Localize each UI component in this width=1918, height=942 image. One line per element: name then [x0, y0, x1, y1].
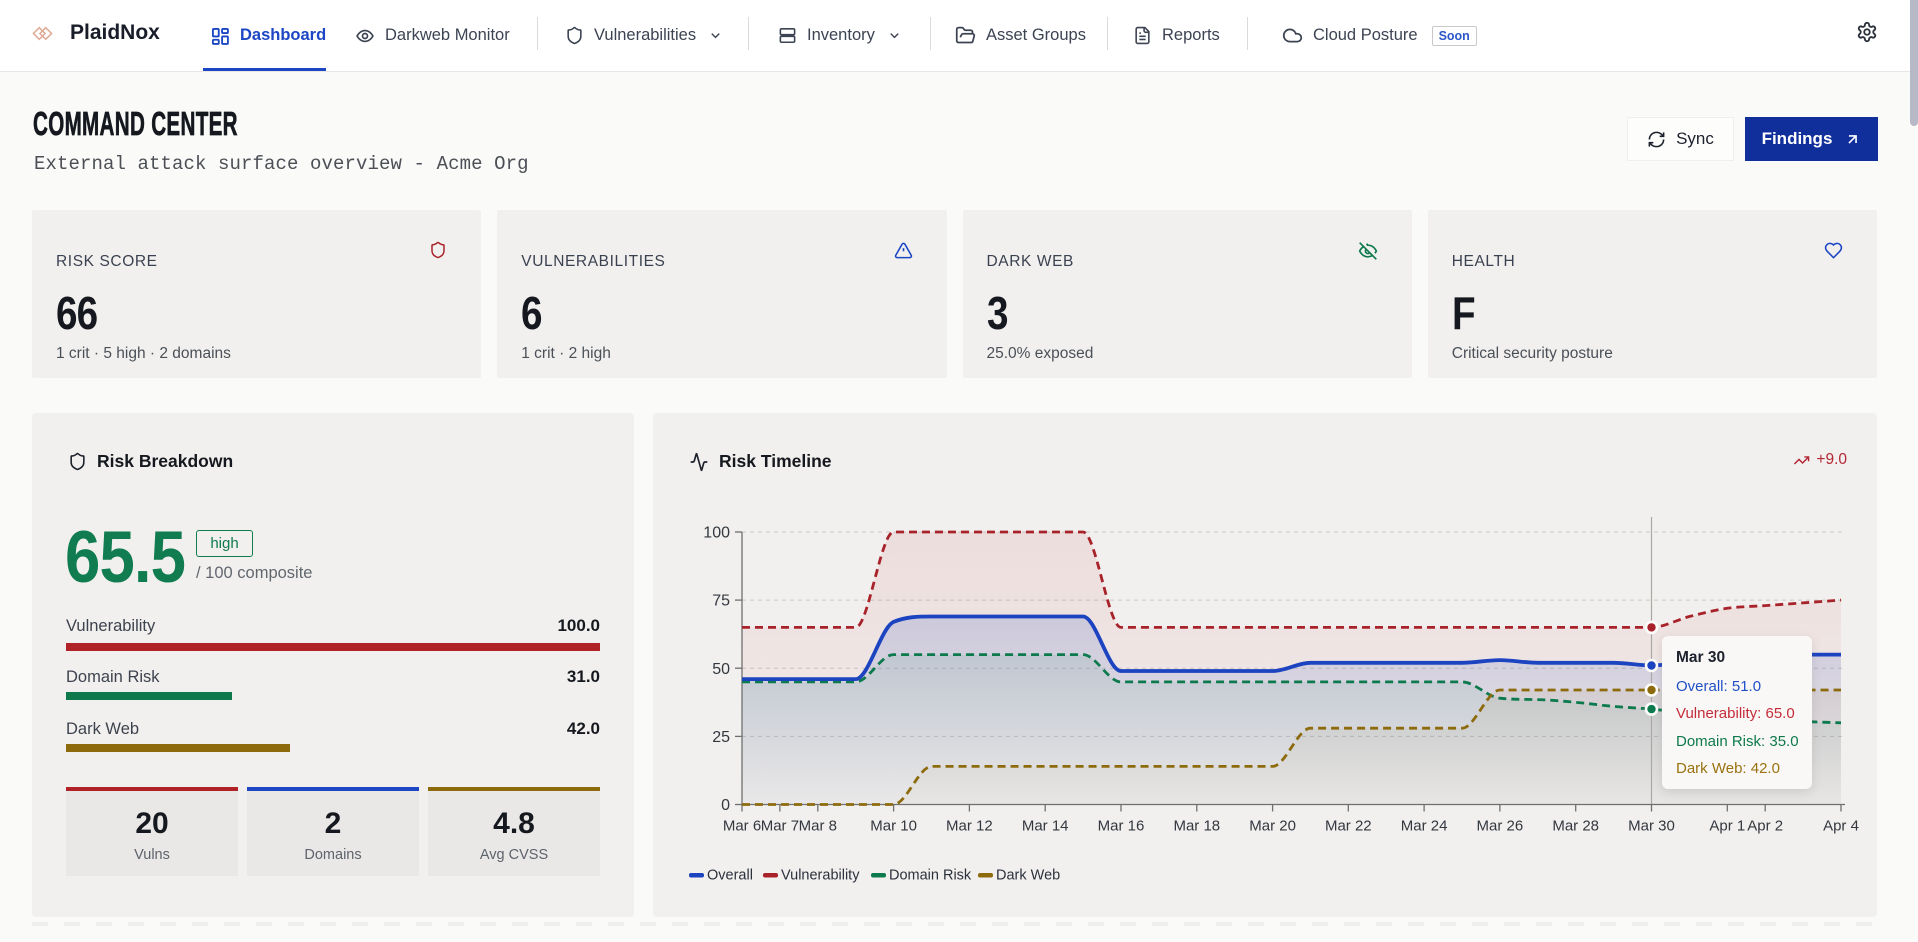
svg-text:Mar 12: Mar 12 — [946, 818, 993, 835]
svg-text:Mar 8: Mar 8 — [799, 818, 837, 835]
svg-text:Mar 30: Mar 30 — [1628, 818, 1675, 835]
svg-text:Mar 22: Mar 22 — [1325, 818, 1372, 835]
svg-text:Mar 20: Mar 20 — [1249, 818, 1296, 835]
svg-text:Domain Risk: Domain Risk — [889, 868, 972, 884]
svg-text:Mar 14: Mar 14 — [1022, 818, 1069, 835]
svg-text:Mar 26: Mar 26 — [1477, 818, 1524, 835]
svg-text:Vulnerability: Vulnerability — [781, 868, 860, 884]
svg-text:Dark Web: Dark Web — [996, 868, 1060, 884]
svg-text:75: 75 — [712, 593, 730, 610]
svg-text:Mar 7: Mar 7 — [761, 818, 799, 835]
svg-text:Overall: Overall — [707, 868, 753, 884]
svg-text:Mar 6: Mar 6 — [723, 818, 761, 835]
svg-text:25: 25 — [712, 729, 730, 746]
svg-text:100: 100 — [703, 525, 730, 542]
svg-text:Mar 24: Mar 24 — [1401, 818, 1448, 835]
svg-text:Apr 4: Apr 4 — [1823, 818, 1859, 835]
svg-text:50: 50 — [712, 661, 730, 678]
svg-text:Apr 1: Apr 1 — [1709, 818, 1745, 835]
svg-text:Apr 2: Apr 2 — [1747, 818, 1783, 835]
svg-text:Mar 10: Mar 10 — [870, 818, 917, 835]
svg-text:Mar 16: Mar 16 — [1098, 818, 1145, 835]
svg-text:0: 0 — [721, 797, 730, 814]
svg-text:Mar 28: Mar 28 — [1552, 818, 1599, 835]
svg-text:Mar 18: Mar 18 — [1173, 818, 1220, 835]
